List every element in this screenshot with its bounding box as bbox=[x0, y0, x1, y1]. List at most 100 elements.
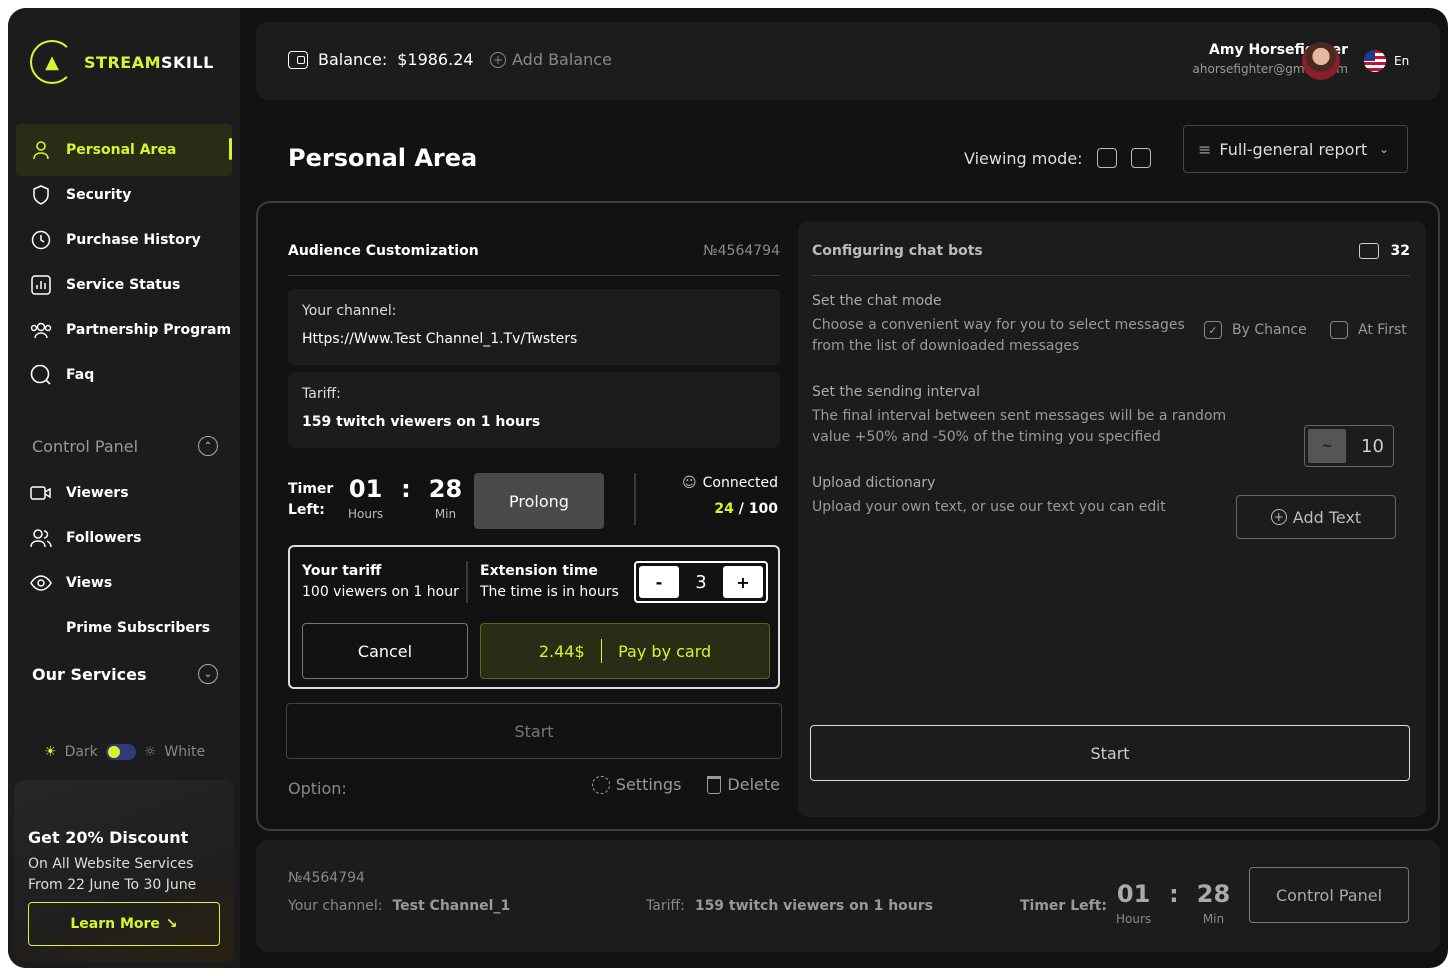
sidebar-item-label: Purchase History bbox=[66, 232, 201, 248]
connected-label: Connected bbox=[702, 475, 778, 491]
summary-timer: 01 Hours : 28 Min bbox=[1116, 880, 1230, 926]
sidebar-item-label: Service Status bbox=[66, 277, 181, 293]
summary-hours: 01 bbox=[1116, 880, 1151, 908]
sidebar-item-label: Viewers bbox=[66, 485, 129, 501]
plus-circle-icon: + bbox=[1270, 509, 1287, 525]
sidebar-item-label: Faq bbox=[66, 367, 95, 383]
add-text-button[interactable]: + Add Text bbox=[1236, 495, 1396, 539]
audience-title: Audience Customization bbox=[288, 243, 479, 259]
by-chance-label: By Chance bbox=[1232, 322, 1307, 338]
viewing-mode-label: Viewing mode: bbox=[964, 148, 1083, 168]
settings-label: Settings bbox=[615, 775, 682, 794]
increment-button[interactable]: + bbox=[723, 566, 763, 598]
summary-colon: : bbox=[1169, 880, 1179, 908]
random-toggle[interactable]: ~ bbox=[1308, 429, 1346, 463]
report-select[interactable]: ≡ Full-general report ⌄ bbox=[1183, 125, 1408, 173]
decrement-button[interactable]: - bbox=[639, 566, 679, 598]
sidebar-item-prime-subscribers[interactable]: Prime Subscribers bbox=[16, 602, 232, 654]
chat-bots-panel: Configuring chat bots 32 Set the chat mo… bbox=[798, 221, 1426, 817]
summary-channel: Your channel: Test Channel_1 bbox=[288, 898, 510, 914]
balance-value: $1986.24 bbox=[397, 50, 474, 69]
delete-button[interactable]: Delete bbox=[707, 775, 780, 794]
discount-promo-card: Get 20% Discount On All Website Services… bbox=[14, 780, 234, 962]
theme-white-label: White bbox=[164, 744, 206, 760]
top-bar: Balance: $1986.24 + Add Balance Amy Hors… bbox=[256, 22, 1440, 100]
us-flag-icon bbox=[1364, 50, 1386, 72]
your-tariff: Your tariff 100 viewers on 1 hour bbox=[302, 561, 459, 603]
sidebar-item-label: Personal Area bbox=[66, 142, 177, 158]
message-count: 32 bbox=[1390, 243, 1410, 259]
interval-value[interactable]: 10 bbox=[1361, 436, 1384, 457]
checkbox-icon bbox=[1330, 321, 1348, 339]
learn-more-button[interactable]: Learn More ↘ bbox=[28, 902, 220, 946]
at-first-checkbox[interactable]: At First bbox=[1330, 321, 1407, 339]
control-panel-button[interactable]: Control Panel bbox=[1249, 867, 1409, 923]
start-chat-bots-button[interactable]: Start bbox=[810, 725, 1410, 781]
wallet-icon bbox=[288, 50, 308, 69]
pay-by-card-button[interactable]: 2.44$ Pay by card bbox=[480, 623, 770, 679]
sidebar-item-label: Followers bbox=[66, 530, 142, 546]
stats-icon bbox=[30, 274, 52, 296]
language-selector[interactable]: En bbox=[1364, 50, 1409, 72]
summary-tariff-value: 159 twitch viewers on 1 hours bbox=[694, 898, 934, 914]
connected-status: ☺ Connected 24 / 100 bbox=[682, 475, 778, 517]
brand-name: STREAMSKILL bbox=[84, 52, 214, 72]
app-window: ▲ STREAMSKILL Personal Area Security Pur… bbox=[8, 8, 1448, 968]
avatar[interactable] bbox=[1302, 42, 1340, 80]
extension-desc: The time is in hours bbox=[480, 584, 619, 600]
interval-input[interactable]: ~ 10 bbox=[1304, 425, 1394, 467]
pay-label: Pay by card bbox=[618, 641, 712, 661]
timer-digits: 01 Hours : 28 Min bbox=[348, 475, 462, 521]
chat-mode-section: Set the chat mode Choose a convenient wa… bbox=[812, 293, 1412, 357]
prolong-button[interactable]: Prolong bbox=[474, 473, 604, 529]
upload-desc: Upload your own text, or use our text yo… bbox=[812, 499, 1166, 515]
viewing-mode: Viewing mode: bbox=[964, 148, 1151, 168]
audience-header: Audience Customization №4564794 bbox=[288, 243, 780, 276]
sun-outline-icon: ☼ bbox=[143, 744, 157, 760]
options-row: Option: Settings Delete bbox=[288, 775, 780, 798]
interval-desc: The final interval between sent messages… bbox=[812, 408, 1227, 445]
your-tariff-label: Your tariff bbox=[302, 563, 382, 579]
interval-title: Set the sending interval bbox=[812, 384, 981, 400]
learn-more-label: Learn More bbox=[70, 916, 160, 932]
add-balance-button[interactable]: + Add Balance bbox=[490, 50, 612, 69]
sidebar-item-label: Prime Subscribers bbox=[66, 620, 211, 636]
theme-switcher: ☀ Dark ☼ White bbox=[44, 744, 205, 760]
by-chance-checkbox[interactable]: ✓ By Chance bbox=[1204, 321, 1307, 339]
logo[interactable]: ▲ STREAMSKILL bbox=[30, 40, 214, 84]
group-icon bbox=[30, 319, 52, 341]
minutes-unit: Min bbox=[434, 507, 457, 521]
theme-toggle[interactable] bbox=[105, 744, 136, 760]
report-select-value: Full-general report bbox=[1219, 139, 1368, 159]
order-number: №4564794 bbox=[288, 870, 365, 886]
page-title: Personal Area bbox=[288, 144, 478, 172]
image-view-icon[interactable] bbox=[1096, 148, 1117, 168]
cancel-button[interactable]: Cancel bbox=[302, 623, 468, 679]
start-button[interactable]: Start bbox=[286, 703, 782, 759]
stepper-value[interactable]: 3 bbox=[682, 572, 720, 593]
hours-stepper: - 3 + bbox=[634, 561, 768, 603]
timer-left-label: Timer Left: bbox=[288, 481, 334, 518]
settings-button[interactable]: Settings bbox=[591, 775, 682, 794]
control-panel-section-toggle[interactable]: Control Panel ⌃ bbox=[32, 436, 218, 456]
timer-colon: : bbox=[401, 475, 411, 503]
order-card: Audience Customization №4564794 Your cha… bbox=[256, 201, 1440, 831]
our-services-section-toggle[interactable]: Our Services ⌄ bbox=[32, 664, 218, 684]
chevron-down-icon: ⌄ bbox=[1378, 142, 1389, 156]
summary-minutes-unit: Min bbox=[1202, 912, 1225, 926]
promo-subtitle: On All Website Services From 22 June To … bbox=[28, 856, 197, 893]
sidebar-item-faq[interactable]: Faq bbox=[16, 349, 232, 401]
channel-value[interactable]: Https://Www.Test Channel_1.Tv/Twsters bbox=[302, 331, 766, 347]
chat-bots-header: Configuring chat bots 32 bbox=[812, 243, 1410, 276]
followers-icon bbox=[30, 527, 52, 549]
upload-title: Upload dictionary bbox=[812, 475, 936, 491]
balance: Balance: $1986.24 bbox=[288, 50, 474, 69]
chat-mode-title: Set the chat mode bbox=[812, 293, 942, 309]
divider bbox=[466, 561, 468, 603]
list-view-icon[interactable] bbox=[1130, 148, 1151, 168]
plus-circle-icon: + bbox=[490, 51, 506, 68]
add-balance-label: Add Balance bbox=[512, 50, 612, 69]
timer-row: Timer Left: 01 Hours : 28 Min Prolong ☺ Conn… bbox=[288, 473, 780, 533]
order-number: №4564794 bbox=[703, 243, 780, 259]
channel-label: Your channel: bbox=[302, 303, 397, 319]
